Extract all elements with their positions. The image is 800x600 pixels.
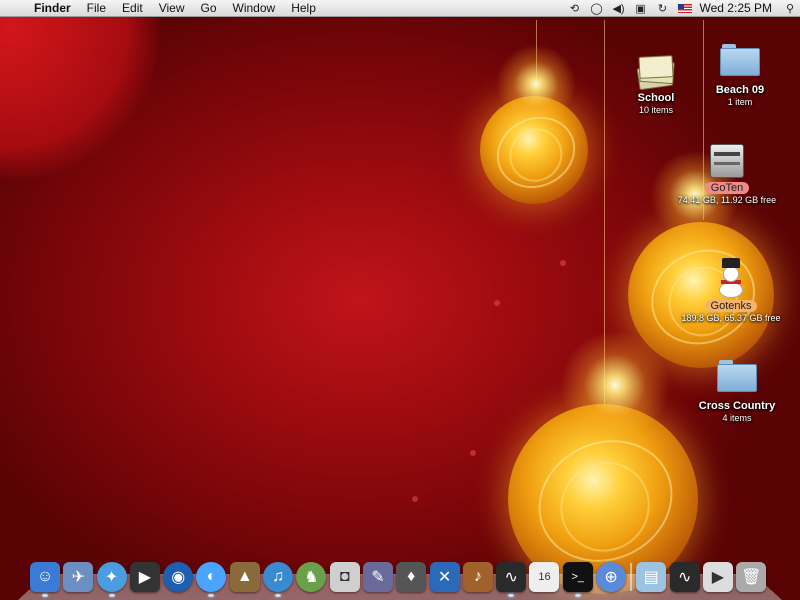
menu-go[interactable]: Go xyxy=(193,1,225,15)
time-machine-icon[interactable]: ⟲ xyxy=(564,2,586,15)
dock-safari-icon[interactable]: ✦ xyxy=(96,562,127,597)
bokeh xyxy=(494,300,500,306)
podcast-capture-icon: ♦ xyxy=(407,568,416,585)
dock-activity-stack-icon[interactable]: ∿ xyxy=(669,562,700,592)
desktop-icon-gotenks[interactable]: Gotenks 189.8 GB, 65.37 GB free xyxy=(676,256,786,323)
ical-icon: 16 xyxy=(538,571,551,583)
dvd-player-icon: ◉ xyxy=(171,569,186,586)
chess-icon: ♞ xyxy=(304,569,319,586)
dock-imovie-icon[interactable]: ▶ xyxy=(129,562,160,592)
status-area: ⟲ ◯ ◀) ▣ ↻ Wed 2:25 PM ⚲ xyxy=(564,0,800,17)
menu-file[interactable]: File xyxy=(79,1,114,15)
icon-info: 189.8 GB, 65.37 GB free xyxy=(681,313,781,323)
menu-bar: Finder File Edit View Go Window Help ⟲ ◯… xyxy=(0,0,800,17)
icon-label: Cross Country xyxy=(698,400,776,412)
finder-icon: ☺ xyxy=(36,568,54,585)
desktop-icon-cross-country[interactable]: Cross Country 4 items xyxy=(682,360,792,423)
app-menu-finder[interactable]: Finder xyxy=(28,1,79,15)
running-indicator xyxy=(108,594,115,597)
sync-icon[interactable]: ↻ xyxy=(652,2,674,15)
volume-icon[interactable]: ◀) xyxy=(608,2,630,15)
dock-xcode-icon[interactable]: ✕ xyxy=(429,562,460,592)
safari-icon: ✦ xyxy=(104,569,119,586)
dock-finder-icon[interactable]: ☺ xyxy=(30,562,60,597)
bokeh xyxy=(560,260,566,266)
icon-info: 4 items xyxy=(722,413,752,423)
running-indicator xyxy=(42,594,48,597)
activity-monitor-icon: ∿ xyxy=(504,569,518,586)
icon-info: 1 item xyxy=(727,97,753,107)
iphoto-icon: ▲ xyxy=(236,568,253,585)
trash-icon: 🗑 xyxy=(741,569,762,586)
sparkle xyxy=(496,44,576,124)
script-editor-icon: ✎ xyxy=(371,569,385,586)
garageband-icon: ♪ xyxy=(473,568,482,585)
desktop-icon-beach-09[interactable]: Beach 09 1 item xyxy=(685,44,795,107)
dock-script-editor-icon[interactable]: ✎ xyxy=(362,562,393,592)
menu-window[interactable]: Window xyxy=(225,1,284,15)
image-capture-icon: ◘ xyxy=(339,568,350,585)
icon-label: Gotenks xyxy=(704,300,758,312)
dock-garageband-icon[interactable]: ♪ xyxy=(462,562,493,592)
stack-icon xyxy=(636,52,676,91)
hard-drive-icon xyxy=(708,142,746,180)
dock-itunes-icon[interactable]: ♫ xyxy=(263,562,294,597)
dock-chess-icon[interactable]: ♞ xyxy=(296,562,327,592)
menu-view[interactable]: View xyxy=(151,1,193,15)
terminal-icon: >_ xyxy=(571,571,585,583)
chat-icon[interactable]: ◯ xyxy=(586,2,608,15)
folder-icon xyxy=(717,360,757,392)
menu-clock[interactable]: Wed 2:25 PM xyxy=(696,1,780,15)
menu-help[interactable]: Help xyxy=(283,1,324,15)
dock-quicktime-icon[interactable]: ▶ xyxy=(702,562,733,592)
bokeh xyxy=(412,496,418,502)
dock-network-utility-icon[interactable]: ⊕ xyxy=(596,562,627,592)
input-flag-icon[interactable] xyxy=(674,1,696,15)
applications-stack-icon: ▤ xyxy=(643,569,659,586)
dock-ical-icon[interactable]: 16 xyxy=(529,562,560,592)
menu-edit[interactable]: Edit xyxy=(114,1,151,15)
dock-activity-monitor-icon[interactable]: ∿ xyxy=(496,562,527,597)
spaces-icon[interactable]: ▣ xyxy=(630,2,652,15)
network-utility-icon: ⊕ xyxy=(604,569,618,586)
wallpaper-glow xyxy=(0,0,160,180)
icon-label: Beach 09 xyxy=(715,84,765,96)
mail-icon: ✈ xyxy=(71,569,85,586)
dock-terminal-icon[interactable]: >_ xyxy=(562,562,593,597)
xcode-icon: ✕ xyxy=(437,569,452,586)
dock-separator xyxy=(630,563,633,591)
running-indicator xyxy=(574,594,581,597)
dock-image-capture-icon[interactable]: ◘ xyxy=(329,562,360,592)
itunes-icon: ♫ xyxy=(272,568,285,585)
bokeh xyxy=(470,450,476,456)
icon-info: 74.41 GB, 11.92 GB free xyxy=(677,195,777,205)
ichat-icon: ◐ xyxy=(206,568,217,585)
snowman-icon xyxy=(714,256,748,298)
sparkle xyxy=(560,330,670,440)
dock-ichat-icon[interactable]: ◐ xyxy=(196,562,227,597)
icon-label: GoTen xyxy=(704,182,750,194)
folder-icon xyxy=(720,44,760,76)
dock-trash-icon[interactable]: 🗑 xyxy=(736,562,767,592)
quicktime-icon: ▶ xyxy=(711,569,725,586)
activity-stack-icon: ∿ xyxy=(677,569,692,586)
dock-applications-stack-icon[interactable]: ▤ xyxy=(636,562,667,592)
dock-iphoto-icon[interactable]: ▲ xyxy=(229,562,260,592)
imovie-icon: ▶ xyxy=(138,569,152,586)
spotlight-icon[interactable]: ⚲ xyxy=(780,2,800,15)
dock: ☺ ✈ ✦ ▶ ◉ ◐ ▲ ♫ ♞ ◘ ✎ ♦ ✕ ♪ ∿ 16 >_ ⊕ ▤ ∿ ▶ 🗑 xyxy=(30,556,770,597)
dock-podcast-capture-icon[interactable]: ♦ xyxy=(396,562,427,592)
dock-mail-icon[interactable]: ✈ xyxy=(63,562,94,592)
desktop-icon-goten[interactable]: GoTen 74.41 GB, 11.92 GB free xyxy=(672,142,782,205)
dock-dvd-player-icon[interactable]: ◉ xyxy=(163,562,194,592)
